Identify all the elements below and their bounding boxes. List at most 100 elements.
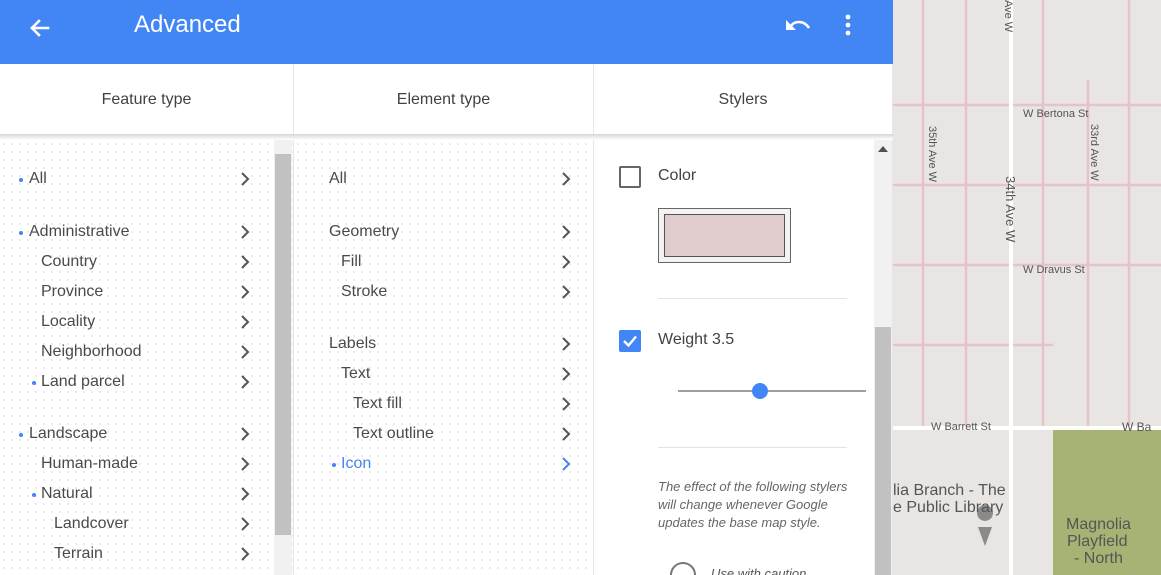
feature-item-land-parcel[interactable]: Land parcel xyxy=(0,369,270,395)
feature-item-human-made[interactable]: Human-made xyxy=(0,451,270,477)
street-label: Ave W xyxy=(1002,0,1014,33)
feature-item-natural[interactable]: Natural xyxy=(0,481,270,507)
column-header-element: Element type xyxy=(294,64,594,136)
element-label: Icon xyxy=(341,455,372,472)
styled-indicator xyxy=(19,178,23,182)
scroll-up-arrow-icon[interactable] xyxy=(878,146,888,152)
chevron-right-icon xyxy=(241,487,250,501)
chevron-right-icon xyxy=(562,337,571,351)
color-swatch xyxy=(664,214,785,257)
element-label: Text xyxy=(341,365,371,382)
stylers-scrollbar[interactable] xyxy=(874,140,892,575)
chevron-right-icon xyxy=(241,345,250,359)
weight-label: Weight 3.5 xyxy=(658,331,735,348)
element-label: Text fill xyxy=(353,395,402,412)
caution-text: Use with caution xyxy=(711,566,807,575)
element-item-fill[interactable]: Fill xyxy=(294,249,584,275)
chevron-right-icon xyxy=(241,172,250,186)
feature-label: Natural xyxy=(41,485,93,502)
feature-type-list: All Administrative Country Province Loca… xyxy=(0,140,294,575)
feature-item-country[interactable]: Country xyxy=(0,249,270,275)
column-header-feature: Feature type xyxy=(0,64,294,136)
feature-item-locality[interactable]: Locality xyxy=(0,309,270,335)
element-label: Geometry xyxy=(329,223,400,240)
chevron-right-icon xyxy=(241,547,250,561)
more-options-button[interactable] xyxy=(832,8,864,44)
feature-label: Province xyxy=(41,283,104,300)
chevron-right-icon xyxy=(562,397,571,411)
place-label: lia Branch - The xyxy=(893,482,1006,499)
feature-item-terrain[interactable]: Terrain xyxy=(0,541,270,567)
styled-indicator xyxy=(19,231,23,235)
chevron-right-icon xyxy=(562,172,571,186)
feature-label: Administrative xyxy=(29,223,130,240)
feature-label: All xyxy=(29,170,47,187)
street-label: W Barrett St xyxy=(931,421,991,433)
weight-checkbox[interactable] xyxy=(619,330,641,352)
weight-slider-thumb[interactable] xyxy=(752,383,768,399)
chevron-right-icon xyxy=(562,367,571,381)
element-label: Text outline xyxy=(353,425,434,442)
divider xyxy=(658,447,847,448)
element-label: All xyxy=(329,170,347,187)
feature-list-scrollbar[interactable] xyxy=(274,140,292,575)
styled-indicator xyxy=(32,381,36,385)
feature-item-province[interactable]: Province xyxy=(0,279,270,305)
street-label: 34th Ave W xyxy=(1003,176,1018,243)
styled-indicator xyxy=(332,463,336,467)
street-label: W Bertona St xyxy=(1023,108,1089,120)
chevron-right-icon xyxy=(562,255,571,269)
color-swatch-button[interactable] xyxy=(658,208,791,263)
street-label: W Dravus St xyxy=(1023,264,1085,276)
stylers-heading: Stylers xyxy=(718,91,768,108)
column-header-stylers: Stylers xyxy=(594,64,893,136)
feature-item-neighborhood[interactable]: Neighborhood xyxy=(0,339,270,365)
styled-indicator xyxy=(19,433,23,437)
more-vert-icon xyxy=(845,14,851,36)
feature-label: Country xyxy=(41,253,98,270)
element-label: Fill xyxy=(341,253,362,270)
place-label: Magnolia xyxy=(1066,516,1131,533)
feature-item-landscape[interactable]: Landscape xyxy=(0,421,270,447)
feature-label: Human-made xyxy=(41,455,138,472)
element-item-geometry[interactable]: Geometry xyxy=(294,219,584,245)
back-button[interactable] xyxy=(22,10,58,46)
element-item-text-fill[interactable]: Text fill xyxy=(294,391,584,417)
feature-label: Landscape xyxy=(29,425,108,442)
place-label: Playfield xyxy=(1067,533,1128,550)
arrow-back-icon xyxy=(30,19,50,37)
element-item-icon[interactable]: Icon xyxy=(294,451,584,477)
element-item-text[interactable]: Text xyxy=(294,361,584,387)
street-label: 33rd Ave W xyxy=(1088,124,1100,181)
feature-item-all[interactable]: All xyxy=(0,166,270,192)
scrollbar-thumb[interactable] xyxy=(275,154,291,535)
map-preview[interactable]: Ave W W Bertona St 35th Ave W 33rd Ave W… xyxy=(893,0,1161,575)
chevron-right-icon xyxy=(562,427,571,441)
feature-label: Terrain xyxy=(54,545,103,562)
chevron-right-icon xyxy=(562,457,571,471)
undo-icon xyxy=(786,20,811,30)
undo-button[interactable] xyxy=(780,8,816,44)
color-label: Color xyxy=(658,167,697,184)
feature-label: Locality xyxy=(41,313,96,330)
element-item-stroke[interactable]: Stroke xyxy=(294,279,584,305)
weight-slider-track[interactable] xyxy=(678,390,866,392)
element-label: Stroke xyxy=(341,283,388,300)
chevron-right-icon xyxy=(241,375,250,389)
element-item-labels[interactable]: Labels xyxy=(294,331,584,357)
scrollbar-thumb[interactable] xyxy=(875,327,891,575)
styled-indicator xyxy=(32,493,36,497)
element-item-all[interactable]: All xyxy=(294,166,584,192)
divider xyxy=(658,298,847,299)
chevron-right-icon xyxy=(562,225,571,239)
feature-item-administrative[interactable]: Administrative xyxy=(0,219,270,245)
styler-warning-note: The effect of the following stylers will… xyxy=(658,479,848,530)
element-item-text-outline[interactable]: Text outline xyxy=(294,421,584,447)
chevron-right-icon xyxy=(241,517,250,531)
place-label: - North xyxy=(1074,550,1123,567)
feature-item-landcover[interactable]: Landcover xyxy=(0,511,270,537)
place-label: e Public Library xyxy=(893,499,1004,516)
color-checkbox[interactable] xyxy=(619,166,641,188)
chevron-right-icon xyxy=(241,225,250,239)
element-type-heading: Element type xyxy=(396,91,491,108)
